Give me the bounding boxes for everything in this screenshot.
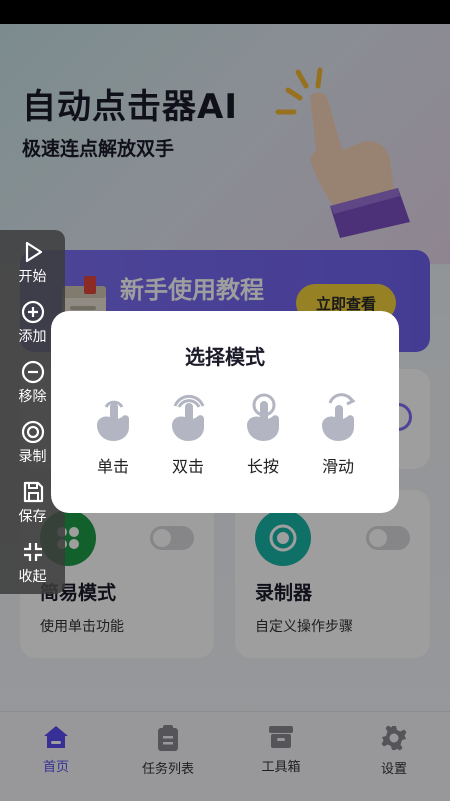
mode-swipe[interactable]: 滑动	[308, 393, 368, 483]
play-icon	[25, 241, 42, 263]
dialog-title: 选择模式	[185, 345, 265, 369]
plus-circle-icon	[21, 300, 44, 324]
collapse-button[interactable]: 收起	[0, 540, 65, 600]
collapse-icon	[23, 543, 42, 561]
record-label: 录制	[18, 449, 47, 465]
mode-long-press[interactable]: 长按	[233, 393, 293, 483]
mode-double-tap[interactable]: 双击	[158, 393, 218, 483]
start-label: 开始	[18, 269, 47, 285]
remove-label: 移除	[18, 389, 47, 405]
add-label: 添加	[18, 329, 47, 345]
tap-icon	[97, 400, 129, 441]
save-label: 保存	[18, 509, 47, 525]
start-button[interactable]: 开始	[0, 240, 65, 300]
status-bar	[0, 0, 450, 24]
collapse-label: 收起	[18, 569, 47, 585]
mode-label: 双击	[171, 457, 204, 476]
swipe-icon	[322, 393, 356, 441]
mode-label: 滑动	[321, 457, 354, 476]
mode-label: 单击	[96, 457, 129, 476]
double-tap-icon	[172, 394, 205, 441]
long-press-icon	[247, 393, 279, 441]
save-icon	[23, 481, 43, 503]
mode-label: 长按	[246, 457, 279, 476]
minus-circle-icon	[21, 360, 44, 384]
select-mode-dialog: 选择模式 单击 双击 长按 滑动	[51, 311, 399, 513]
mode-single-tap[interactable]: 单击	[83, 393, 143, 483]
record-icon	[21, 420, 44, 444]
